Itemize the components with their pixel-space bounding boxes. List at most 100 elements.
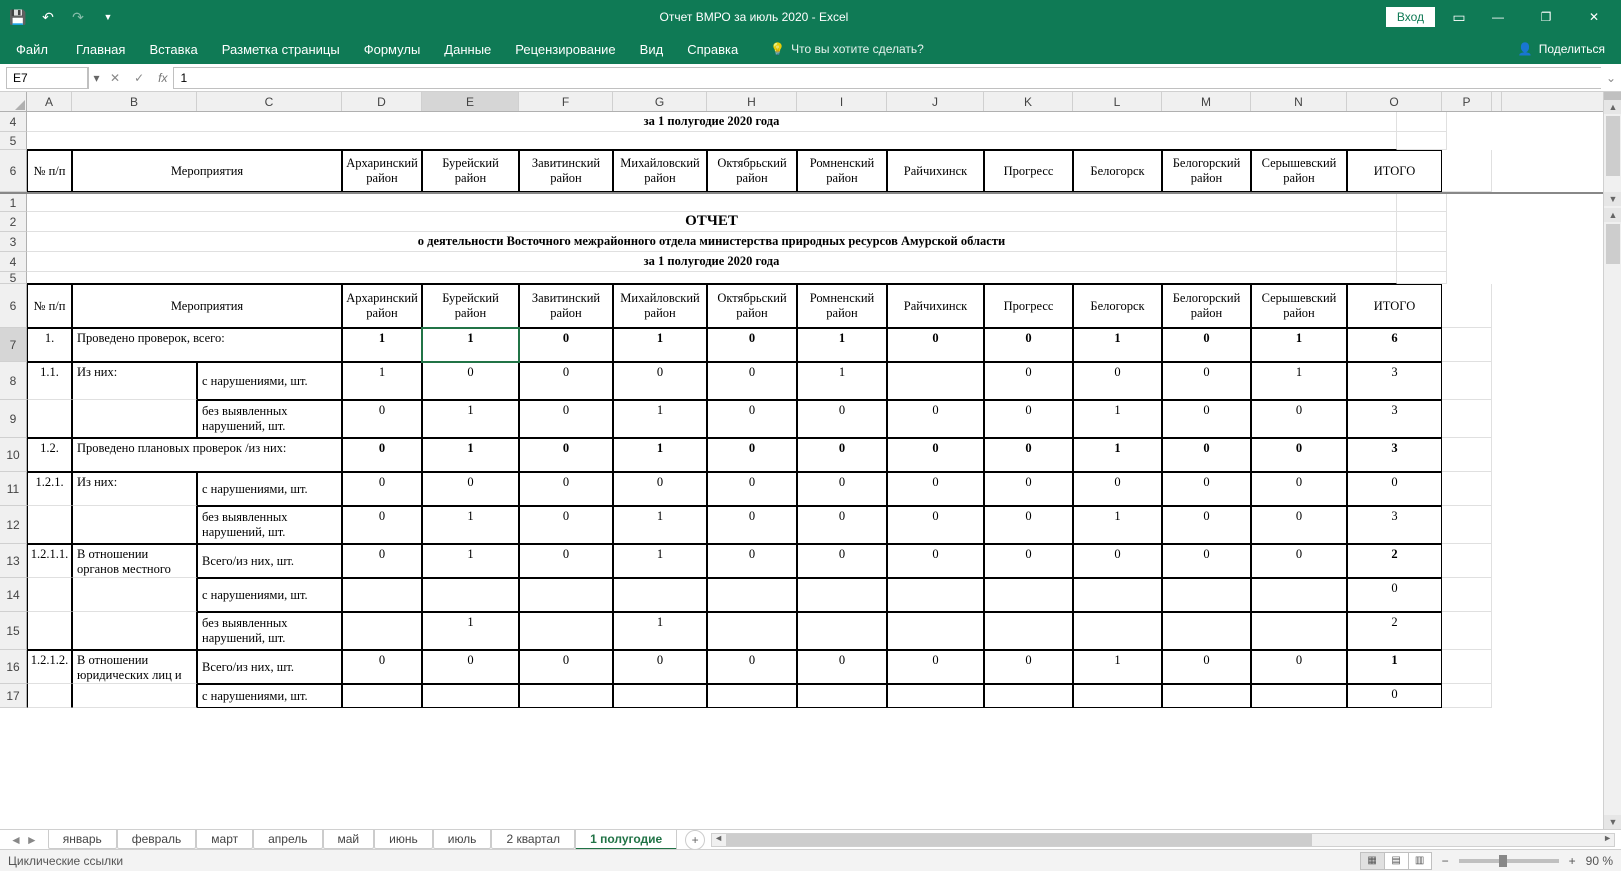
zoom-level[interactable]: 90 % [1586,854,1613,868]
minimize-button[interactable]: — [1475,0,1521,34]
cell[interactable]: 1.1. [27,362,72,400]
cell[interactable] [1073,578,1162,612]
cell[interactable]: 1.2.1. [27,472,72,506]
column-header[interactable]: D [342,92,422,111]
sheet-tab[interactable]: 2 квартал [491,830,575,849]
cell[interactable] [1251,612,1347,650]
ribbon-tab[interactable]: Данные [432,34,503,64]
cell[interactable]: с нарушениями, шт. [197,362,342,400]
cell[interactable] [72,684,197,708]
scrollbar-thumb[interactable] [726,834,1312,846]
cell[interactable]: Ромненский район [797,284,887,328]
cell[interactable]: Белогорский район [1162,150,1251,192]
cell[interactable]: 0 [887,506,984,544]
cell[interactable]: 0 [797,506,887,544]
sheet-tab[interactable]: май [323,830,375,849]
scroll-right-icon[interactable]: ► [1603,833,1612,843]
row-header[interactable]: 15 [0,612,27,650]
cell[interactable] [27,132,1397,150]
column-header[interactable]: M [1162,92,1251,111]
cell[interactable] [887,578,984,612]
row-header[interactable]: 3 [0,232,27,252]
cell[interactable]: Из них: [72,472,197,506]
cell[interactable]: № п/п [27,150,72,192]
cell[interactable] [1073,684,1162,708]
cell[interactable]: 2 [1347,544,1442,578]
column-header[interactable]: N [1251,92,1347,111]
cell[interactable]: 1. [27,328,72,362]
cell[interactable]: Октябрьский район [707,150,797,192]
cell[interactable]: 0 [1162,362,1251,400]
cell[interactable] [1442,544,1492,578]
cell[interactable] [27,506,72,544]
cell[interactable]: 0 [1251,506,1347,544]
cell[interactable]: 0 [984,544,1073,578]
cell[interactable]: 0 [797,438,887,472]
sheet-tab[interactable]: январь [48,830,117,849]
cell[interactable] [797,684,887,708]
cell[interactable]: 0 [797,400,887,438]
worksheet-grid[interactable]: A B C D E F G H I J K L M N O P 4 за 1 п… [0,92,1603,829]
cell[interactable]: Проведено плановых проверок /из них: [72,438,342,472]
cell[interactable] [1073,612,1162,650]
cell[interactable] [797,612,887,650]
zoom-out-button[interactable]: − [1442,854,1449,868]
cell[interactable]: 0 [797,472,887,506]
sheet-tab-active[interactable]: 1 полугодие [575,830,677,850]
cell[interactable] [797,578,887,612]
cancel-formula-icon[interactable]: ✕ [110,71,120,85]
cell[interactable]: 0 [984,328,1073,362]
cell[interactable]: Михайловский район [613,150,707,192]
row-header[interactable]: 1 [0,194,27,212]
cell[interactable]: Белогорский район [1162,284,1251,328]
cell[interactable]: 1 [342,328,422,362]
cell[interactable] [27,272,1397,284]
scroll-up-icon[interactable]: ▲ [1604,208,1621,222]
page-layout-view-button[interactable]: ▤ [1384,852,1408,870]
cell[interactable]: 0 [887,438,984,472]
cell[interactable] [519,578,613,612]
ribbon-tab-file[interactable]: Файл [4,34,60,64]
column-header[interactable]: E [422,92,519,111]
cell[interactable]: без выявленных нарушений, шт. [197,400,342,438]
cell[interactable] [1397,232,1447,252]
cell[interactable]: 0 [613,362,707,400]
cell[interactable] [887,362,984,400]
cell[interactable]: 0 [797,544,887,578]
cell[interactable]: 0 [1251,544,1347,578]
ribbon-tab[interactable]: Вставка [137,34,209,64]
cell[interactable]: 0 [1251,650,1347,684]
cell[interactable]: 0 [342,650,422,684]
formula-input[interactable]: 1 [173,67,1601,89]
zoom-in-button[interactable]: + [1569,854,1576,868]
cell[interactable]: Мероприятия [72,284,342,328]
scroll-up-icon[interactable]: ▲ [1604,100,1621,114]
cell[interactable] [1162,612,1251,650]
cell[interactable]: 0 [1162,438,1251,472]
cell[interactable]: с нарушениями, шт. [197,684,342,708]
cell[interactable] [342,612,422,650]
cell[interactable] [72,400,197,438]
cell[interactable]: за 1 полугодие 2020 года [27,112,1397,132]
row-header[interactable]: 10 [0,438,27,472]
cell[interactable]: 0 [519,650,613,684]
cell[interactable]: 0 [422,362,519,400]
cell[interactable]: 0 [1073,362,1162,400]
cell[interactable]: 2 [1347,612,1442,650]
cell[interactable] [1251,684,1347,708]
cell[interactable]: 1.2.1.1. [27,544,72,578]
cell[interactable] [519,684,613,708]
horizontal-scrollbar[interactable]: ◄ ► [711,833,1615,847]
cell[interactable]: Мероприятия [72,150,342,192]
row-header[interactable]: 5 [0,132,27,150]
cell[interactable]: 0 [984,362,1073,400]
cell[interactable] [1162,684,1251,708]
cell[interactable]: с нарушениями, шт. [197,578,342,612]
cell[interactable]: 0 [1347,578,1442,612]
cell[interactable]: 1 [613,612,707,650]
sheet-tab[interactable]: февраль [117,830,197,849]
cell[interactable] [1397,212,1447,232]
row-header[interactable]: 6 [0,150,27,192]
cell[interactable]: 0 [422,650,519,684]
cell[interactable]: 0 [707,438,797,472]
